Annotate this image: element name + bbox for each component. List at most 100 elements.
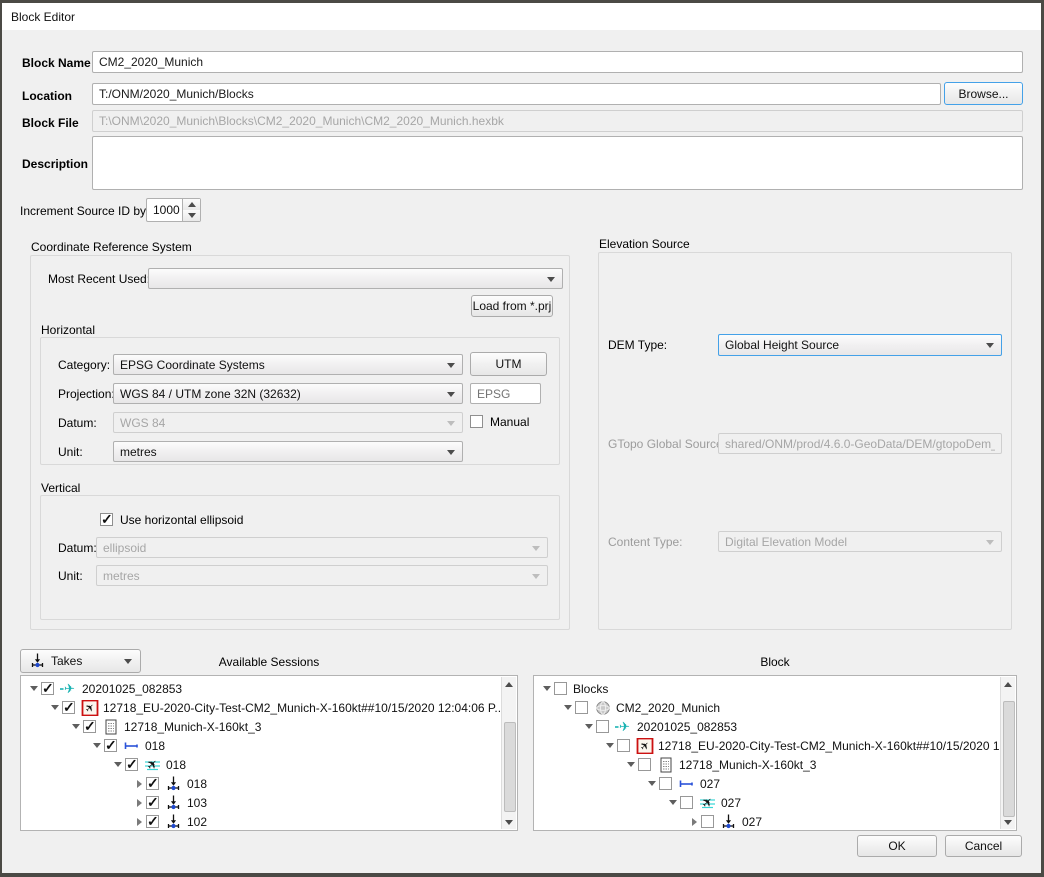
increment-spinner[interactable]: 1000 <box>146 198 201 222</box>
block-tree[interactable]: BlocksCM2_2020_Munich✈20201025_082853✈12… <box>533 675 1017 831</box>
expander-collapsed-icon[interactable] <box>132 799 146 807</box>
tree-item-label: 018 <box>166 758 186 772</box>
tree-checkbox[interactable] <box>62 701 75 714</box>
expander-expanded-icon[interactable] <box>90 743 104 748</box>
expander-expanded-icon[interactable] <box>582 724 596 729</box>
use-horizontal-ellipsoid-checkbox[interactable] <box>100 513 113 526</box>
scroll-up-button[interactable] <box>502 677 516 691</box>
tree-row[interactable]: CM2_2020_Munich <box>534 698 1001 717</box>
vertical-unit-combo: metres <box>96 565 548 586</box>
tree-checkbox[interactable] <box>554 682 567 695</box>
scrollbar-thumb[interactable] <box>504 722 516 812</box>
tree-checkbox[interactable] <box>596 720 609 733</box>
expander-expanded-icon[interactable] <box>69 724 83 729</box>
ok-button[interactable]: OK <box>857 835 937 857</box>
gtopo-source-label: GTopo Global Source: <box>608 437 726 451</box>
scroll-down-button[interactable] <box>1001 815 1015 829</box>
session-plane-icon: ✈ <box>615 719 633 735</box>
tree-checkbox[interactable] <box>146 796 159 809</box>
browse-button[interactable]: Browse... <box>944 82 1023 105</box>
chevron-down-icon <box>532 574 540 579</box>
load-from-prj-button[interactable]: Load from *.prj <box>471 295 553 317</box>
chevron-down-icon <box>447 392 455 397</box>
tree-row[interactable]: Blocks <box>534 679 1001 698</box>
tree-row[interactable]: 102 <box>21 812 502 831</box>
projection-combo[interactable]: WGS 84 / UTM zone 32N (32632) <box>113 383 463 404</box>
expander-collapsed-icon[interactable] <box>687 818 701 826</box>
epsg-code-input[interactable] <box>470 383 541 404</box>
tree-checkbox[interactable] <box>575 701 588 714</box>
expander-expanded-icon[interactable] <box>603 743 617 748</box>
tree-row[interactable]: 018 <box>21 736 502 755</box>
title-bar: Block Editor <box>2 3 1041 30</box>
tree-checkbox[interactable] <box>125 758 138 771</box>
document-icon <box>657 757 675 773</box>
tree-checkbox[interactable] <box>638 758 651 771</box>
tree-row[interactable]: 027 <box>534 774 1001 793</box>
expander-collapsed-icon[interactable] <box>132 818 146 826</box>
tree-row[interactable]: 12718_Munich-X-160kt_3 <box>534 755 1001 774</box>
tree-row[interactable]: ✈12718_EU-2020-City-Test-CM2_Munich-X-16… <box>21 698 502 717</box>
arrow-down-icon <box>505 820 513 825</box>
vertical-scrollbar[interactable] <box>501 677 516 829</box>
scrollbar-thumb[interactable] <box>1003 701 1015 817</box>
manual-checkbox[interactable] <box>470 415 483 428</box>
tree-item-label: Blocks <box>573 682 608 696</box>
tree-row[interactable]: 027 <box>534 812 1001 831</box>
expander-expanded-icon[interactable] <box>624 762 638 767</box>
vertical-unit-label: Unit: <box>58 569 83 583</box>
tree-item-label: 102 <box>187 815 207 829</box>
scroll-up-button[interactable] <box>1001 677 1015 691</box>
category-label: Category: <box>58 358 110 372</box>
arrow-up-icon <box>1004 682 1012 687</box>
block-name-input[interactable] <box>92 51 1023 73</box>
tree-row[interactable]: ✈12718_EU-2020-City-Test-CM2_Munich-X-16… <box>534 736 1001 755</box>
expander-expanded-icon[interactable] <box>540 686 554 691</box>
expander-expanded-icon[interactable] <box>48 705 62 710</box>
tree-checkbox[interactable] <box>146 777 159 790</box>
tree-row[interactable]: ✈018 <box>21 755 502 774</box>
tree-checkbox[interactable] <box>146 815 159 828</box>
expander-expanded-icon[interactable] <box>645 781 659 786</box>
utm-button[interactable]: UTM <box>470 352 547 376</box>
tree-row[interactable]: 103 <box>21 793 502 812</box>
scroll-down-button[interactable] <box>502 815 516 829</box>
most-recent-used-combo[interactable] <box>148 268 563 289</box>
tree-row[interactable]: ✈20201025_082853 <box>534 717 1001 736</box>
cancel-button[interactable]: Cancel <box>945 835 1022 857</box>
tree-checkbox[interactable] <box>617 739 630 752</box>
tree-row[interactable]: 018 <box>21 774 502 793</box>
elevation-group-title: Elevation Source <box>599 237 690 251</box>
tree-row[interactable]: ✈027 <box>534 793 1001 812</box>
tree-checkbox[interactable] <box>41 682 54 695</box>
tree-row[interactable]: ✈20201025_082853 <box>21 679 502 698</box>
tree-checkbox[interactable] <box>104 739 117 752</box>
spinner-up-button[interactable] <box>183 199 200 210</box>
flightline-icon <box>678 776 696 792</box>
expander-expanded-icon[interactable] <box>27 686 41 691</box>
block-file-field <box>92 110 1023 132</box>
tree-checkbox[interactable] <box>659 777 672 790</box>
spinner-down-button[interactable] <box>183 210 200 221</box>
tree-checkbox[interactable] <box>680 796 693 809</box>
svg-text:✈: ✈ <box>619 720 630 735</box>
tree-item-label: 12718_EU-2020-City-Test-CM2_Munich-X-160… <box>103 701 502 715</box>
tree-checkbox[interactable] <box>701 815 714 828</box>
tree-item-label: 027 <box>721 796 741 810</box>
expander-expanded-icon[interactable] <box>111 762 125 767</box>
chevron-down-icon <box>447 421 455 426</box>
available-sessions-tree[interactable]: ✈20201025_082853✈12718_EU-2020-City-Test… <box>20 675 518 831</box>
location-input[interactable] <box>92 83 941 105</box>
dem-type-combo[interactable]: Global Height Source <box>718 334 1002 356</box>
increment-value[interactable]: 1000 <box>147 199 182 221</box>
expander-collapsed-icon[interactable] <box>132 780 146 788</box>
dem-type-label: DEM Type: <box>608 338 667 352</box>
tree-row[interactable]: 12718_Munich-X-160kt_3 <box>21 717 502 736</box>
description-input[interactable] <box>92 136 1023 190</box>
expander-expanded-icon[interactable] <box>561 705 575 710</box>
category-combo[interactable]: EPSG Coordinate Systems <box>113 354 463 375</box>
tree-checkbox[interactable] <box>83 720 96 733</box>
unit-combo[interactable]: metres <box>113 441 463 462</box>
vertical-scrollbar[interactable] <box>1000 677 1015 829</box>
expander-expanded-icon[interactable] <box>666 800 680 805</box>
